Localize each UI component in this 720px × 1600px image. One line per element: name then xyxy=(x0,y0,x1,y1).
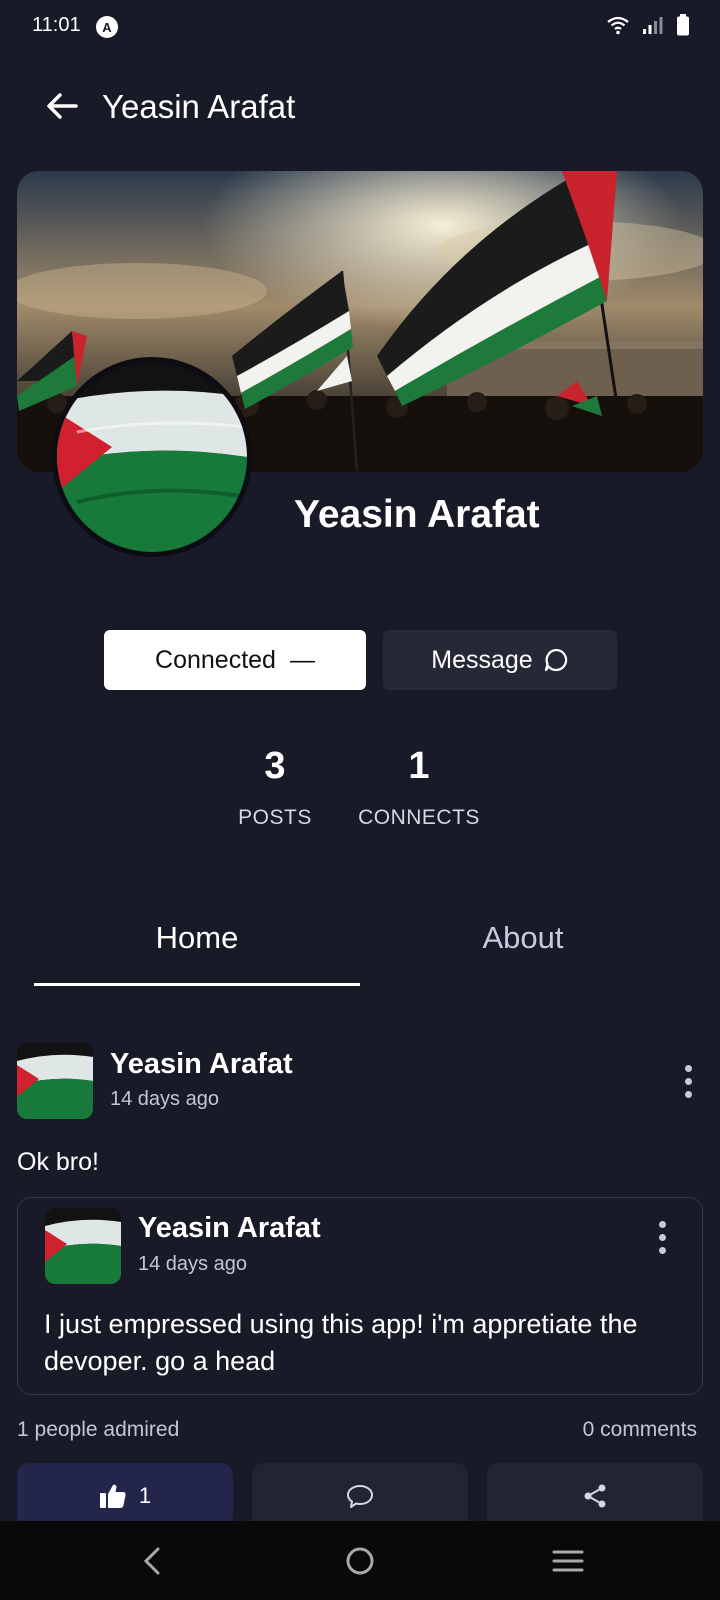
stat-connects[interactable]: 1 CONNECTS xyxy=(354,745,484,830)
more-options-icon[interactable] xyxy=(673,1059,703,1103)
back-arrow-icon[interactable] xyxy=(40,84,84,128)
minus-icon: — xyxy=(289,645,315,674)
like-count: 1 xyxy=(138,1483,152,1508)
connects-label: CONNECTS xyxy=(358,806,480,829)
tab-about[interactable]: About xyxy=(373,920,673,956)
nav-back-icon[interactable] xyxy=(128,1539,176,1583)
comments-count[interactable]: 0 comments xyxy=(583,1418,697,1442)
profile-avatar[interactable] xyxy=(52,357,252,557)
connected-label: Connected xyxy=(155,645,276,674)
stat-posts[interactable]: 3 POSTS xyxy=(210,745,340,830)
post-author-name[interactable]: Yeasin Arafat xyxy=(110,1048,293,1081)
profile-name: Yeasin Arafat xyxy=(294,493,540,536)
post-author-avatar[interactable] xyxy=(17,1043,93,1119)
shared-post-card[interactable]: Yeasin Arafat 14 days ago I just empress… xyxy=(17,1197,703,1395)
nav-recents-icon[interactable] xyxy=(544,1539,592,1583)
status-icons xyxy=(606,14,690,36)
nav-home-icon[interactable] xyxy=(336,1539,384,1583)
comment-icon xyxy=(347,1485,373,1508)
post-text: Ok bro! xyxy=(17,1148,99,1176)
connects-count: 1 xyxy=(408,745,430,787)
tab-active-indicator xyxy=(34,983,360,986)
battery-icon xyxy=(677,14,689,36)
share-button[interactable] xyxy=(487,1463,703,1529)
admired-count[interactable]: 1 people admired xyxy=(17,1418,179,1442)
tab-home[interactable]: Home xyxy=(47,920,347,956)
posts-label: POSTS xyxy=(238,806,312,829)
shared-post-text: I just empressed using this app! i'm app… xyxy=(44,1309,638,1376)
notification-badge-icon: A xyxy=(96,16,118,38)
header-title: Yeasin Arafat xyxy=(102,88,296,125)
message-button[interactable]: Message xyxy=(383,630,617,690)
posts-count: 3 xyxy=(264,745,286,787)
shared-post-author[interactable]: Yeasin Arafat xyxy=(138,1212,321,1245)
like-button[interactable]: 1 xyxy=(17,1463,233,1529)
chat-bubble-icon xyxy=(544,648,567,672)
message-label: Message xyxy=(431,645,533,674)
comment-button[interactable] xyxy=(252,1463,468,1529)
shared-post-timestamp: 14 days ago xyxy=(138,1253,247,1275)
share-icon xyxy=(584,1484,606,1508)
shared-post-avatar[interactable] xyxy=(45,1208,121,1284)
status-time: 11:01 xyxy=(32,14,81,36)
thumbs-up-icon xyxy=(99,1484,126,1508)
connected-button[interactable]: Connected — xyxy=(104,630,366,690)
wifi-icon xyxy=(607,16,629,35)
post-timestamp: 14 days ago xyxy=(110,1088,219,1110)
signal-icon xyxy=(643,17,663,34)
shared-post-more-options-icon[interactable] xyxy=(647,1215,677,1259)
